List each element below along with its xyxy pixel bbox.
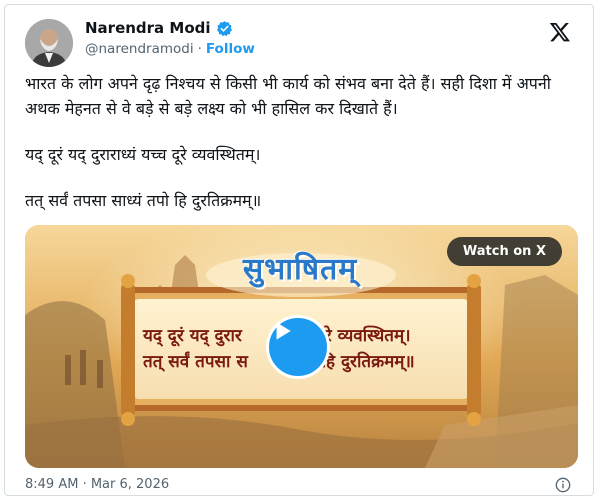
tweet-paragraph-1: भारत के लोग अपने दृढ़ निश्चय से किसी भी … [25,74,551,118]
tweet-text: भारत के लोग अपने दृढ़ निश्चय से किसी भी … [25,71,573,213]
verse-line-1-start: यद् दूरं यद् दुरार [143,326,242,346]
tweet-card: Narendra Modi @narendramodi · Follow भार… [4,4,594,496]
avatar[interactable] [25,19,73,67]
play-button[interactable] [266,315,330,379]
info-icon[interactable] [555,477,571,493]
tweet-timestamp[interactable]: 8:49 AM · Mar 6, 2026 [25,477,169,492]
x-logo-icon[interactable] [549,21,571,43]
media-title: सुभाषितम् [242,252,358,287]
verse-line-1-end: दूरे व्यवस्थितम्। [315,326,411,346]
watch-on-x-button[interactable]: Watch on X [446,237,562,266]
video-media[interactable]: सुभाषितम् यद् दूरं यद् दुरार दूरे व्यवस्… [25,225,578,468]
follow-button[interactable]: Follow [206,41,255,57]
author-name-row: Narendra Modi [85,19,233,37]
separator-dot: · [197,41,202,57]
author-handle[interactable]: @narendramodi [85,41,194,57]
tweet-paragraph-3: तत् सर्वं तपसा साध्यं तपो हि दुरतिक्रमम्… [25,191,262,210]
handle-row: @narendramodi · Follow [85,41,255,57]
verified-badge-icon [216,20,232,36]
author-name[interactable]: Narendra Modi [85,19,211,37]
tweet-paragraph-2: यद् दूरं यद् दुराराध्यं यच्च दूरे व्यवस्… [25,145,261,164]
verse-line-2-end: हि दुरतिक्रमम्॥ [321,352,415,372]
avatar-image [25,19,73,67]
verse-line-2-start: तत् सर्वं तपसा स [143,352,248,372]
play-icon [276,322,291,340]
